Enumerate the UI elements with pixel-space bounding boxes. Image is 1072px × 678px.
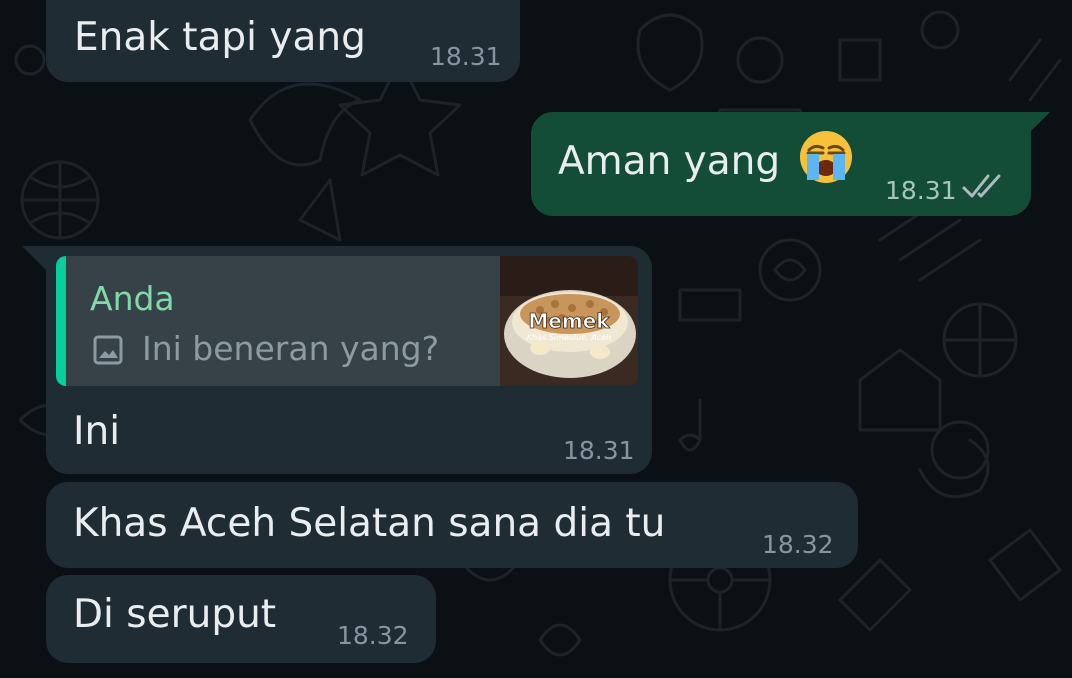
- reply-quote[interactable]: Anda Ini beneran yang? Memek Khas Simeul…: [56, 256, 638, 386]
- message-bubble-incoming[interactable]: Khas Aceh Selatan sana dia tu 18.32: [46, 482, 858, 568]
- message-text: Khas Aceh Selatan sana dia tu: [73, 501, 666, 546]
- message-time: 18.31: [563, 436, 635, 465]
- message-text: Di seruput: [73, 592, 277, 637]
- quote-accent-bar: [56, 256, 66, 386]
- message-time: 18.32: [762, 530, 834, 559]
- double-check-read-icon: [962, 174, 1001, 198]
- bubble-tail-incoming: [22, 246, 48, 272]
- message-time: 18.32: [337, 621, 409, 650]
- quote-author: Anda: [90, 279, 175, 318]
- message-time: 18.31: [885, 176, 957, 205]
- thumbnail-caption: Memek: [528, 309, 610, 333]
- message-time: 18.31: [430, 42, 502, 71]
- image-icon: [93, 335, 123, 365]
- message-bubble-incoming-reply[interactable]: Anda Ini beneran yang? Memek Khas Simeul…: [46, 246, 652, 474]
- message-bubble-incoming[interactable]: Enak tapi yang 18.31: [46, 0, 520, 82]
- quote-text: Ini beneran yang?: [142, 329, 440, 368]
- loudly-crying-face-emoji: [800, 131, 852, 183]
- message-text: Aman yang: [558, 139, 781, 184]
- message-bubble-outgoing[interactable]: Aman yang 18.31: [531, 112, 1031, 216]
- message-text: Enak tapi yang: [74, 15, 366, 60]
- message-text: Ini: [73, 409, 121, 454]
- thumbnail-subcaption: Khas Simeulue, Aceh: [527, 333, 611, 342]
- quoted-image-thumbnail: Memek Khas Simeulue, Aceh: [500, 256, 638, 386]
- message-bubble-incoming[interactable]: Di seruput 18.32: [46, 575, 436, 663]
